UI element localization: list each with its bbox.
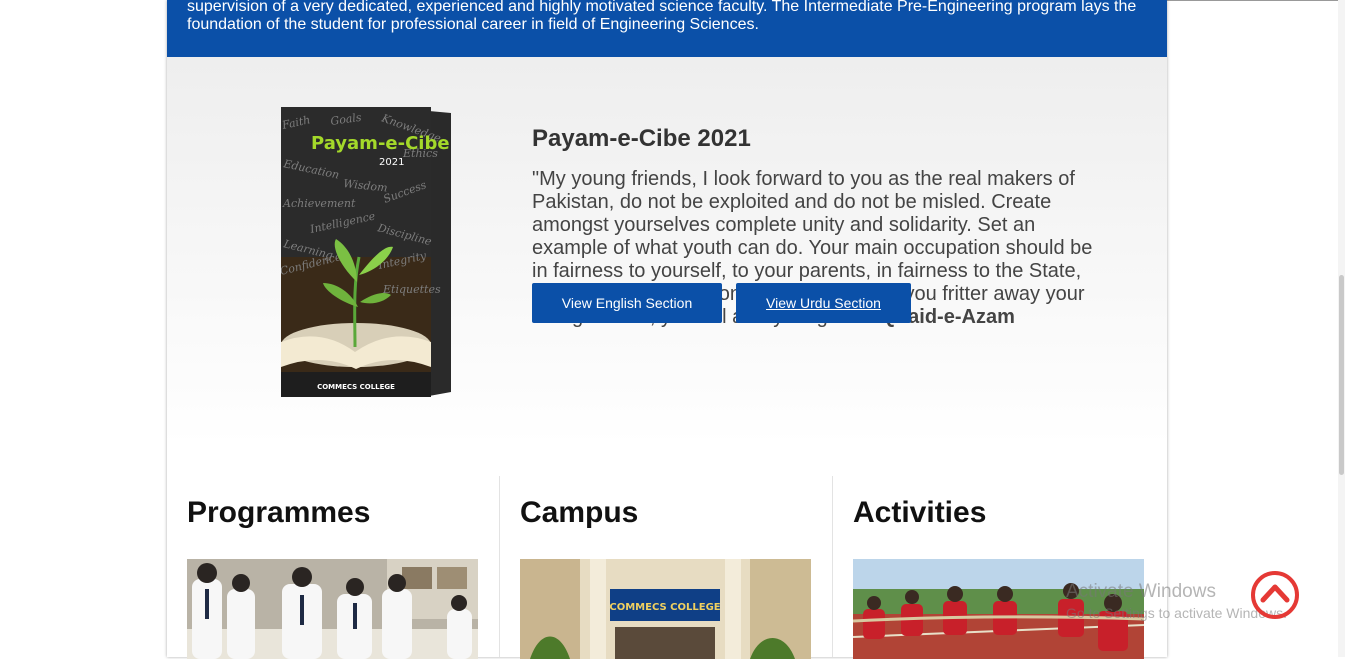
top-border-line bbox=[1166, 0, 1345, 1]
banner-text: supervision of a very dedicated, experie… bbox=[187, 0, 1137, 33]
magazine-promo: Faith Goals Knowledge Education Ethics W… bbox=[167, 57, 1167, 445]
magazine-cover[interactable]: Faith Goals Knowledge Education Ethics W… bbox=[281, 107, 451, 397]
activities-heading[interactable]: Activities bbox=[853, 496, 986, 530]
promo-title: Payam-e-Cibe 2021 bbox=[532, 125, 751, 152]
cover-year: 2021 bbox=[379, 157, 404, 168]
view-english-section-button[interactable]: View English Section bbox=[532, 283, 722, 323]
programmes-image[interactable] bbox=[187, 559, 478, 659]
view-urdu-section-button[interactable]: View Urdu Section bbox=[736, 283, 911, 323]
cover-title: Payam-e-Cibe bbox=[311, 133, 450, 154]
activities-column: Activities bbox=[832, 476, 1165, 659]
programmes-heading[interactable]: Programmes bbox=[187, 496, 370, 530]
campus-sign-text: COMMECS COLLEGE bbox=[609, 602, 720, 613]
program-description-banner: supervision of a very dedicated, experie… bbox=[167, 0, 1167, 57]
chevron-up-circle-icon[interactable] bbox=[1250, 570, 1300, 620]
programmes-column: Programmes bbox=[167, 476, 499, 659]
campus-image[interactable]: COMMECS COLLEGE bbox=[520, 559, 811, 659]
page-container: supervision of a very dedicated, experie… bbox=[167, 0, 1167, 659]
campus-heading[interactable]: Campus bbox=[520, 496, 638, 530]
cover-word: Etiquettes bbox=[382, 283, 441, 296]
cover-word: Achievement bbox=[282, 197, 356, 210]
scrollbar-thumb[interactable] bbox=[1339, 275, 1344, 475]
campus-column: Campus COMMECS COLLEGE bbox=[499, 476, 832, 659]
cover-publisher: COMMECS COLLEGE bbox=[317, 383, 395, 391]
